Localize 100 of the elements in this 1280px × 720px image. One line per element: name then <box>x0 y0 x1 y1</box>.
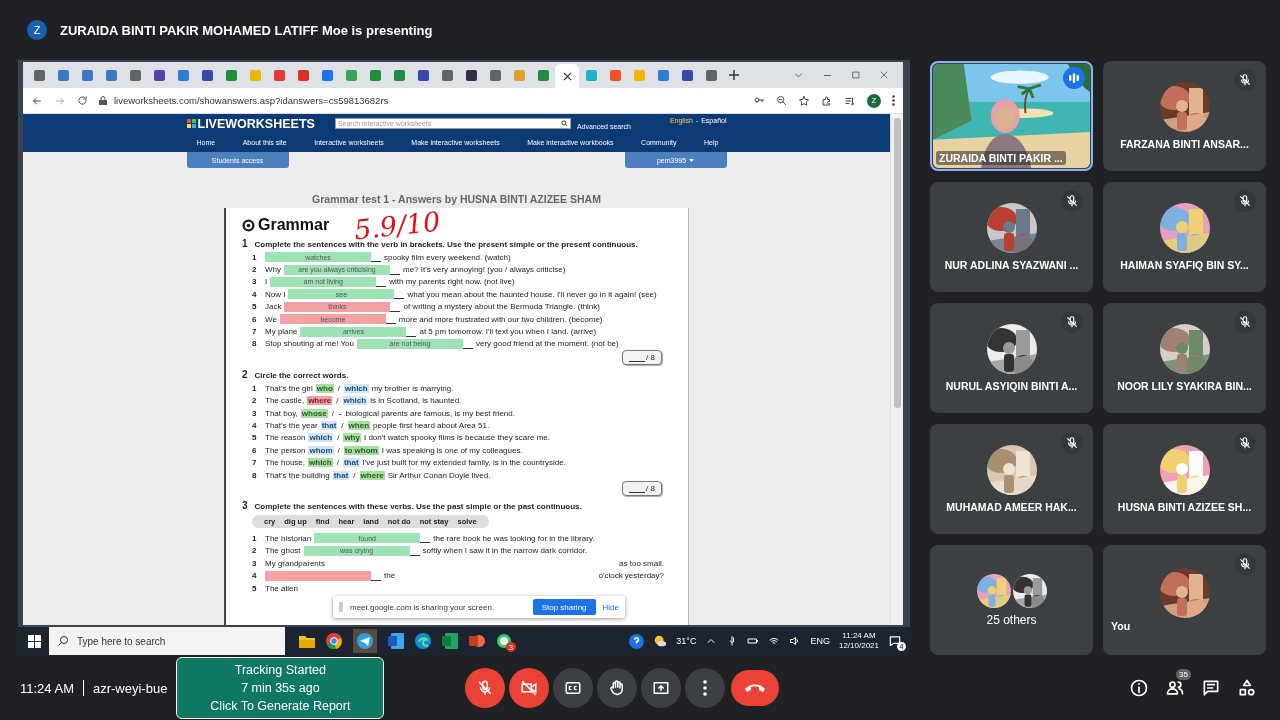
close-icon[interactable] <box>879 70 889 80</box>
document-app-icon[interactable] <box>388 633 404 649</box>
puzzle-icon[interactable] <box>821 94 833 107</box>
sentence-text: Stop shouting at me! You <box>265 339 354 349</box>
browser-tab[interactable] <box>555 64 579 88</box>
section-number: 1 <box>242 238 248 249</box>
item-number: 5 <box>252 583 258 593</box>
sun-cloud-icon[interactable] <box>653 634 668 648</box>
meeting-code: azr-weyi-bue <box>92 680 168 696</box>
sentence-text: I've just built for my extended family, is in the countryside. <box>362 458 566 468</box>
shapes-icon <box>1237 678 1257 698</box>
answer-option[interactable]: to whom <box>343 445 379 455</box>
answer-option[interactable]: where <box>359 470 385 480</box>
battery-icon <box>747 635 760 647</box>
end-call-button[interactable] <box>731 670 780 706</box>
answer-option[interactable]: whose <box>300 408 328 418</box>
wave-app-icon[interactable] <box>415 633 431 649</box>
site-icon <box>585 69 597 81</box>
site-icon <box>441 69 453 81</box>
item-number: 8 <box>252 470 258 480</box>
answer-option[interactable]: when <box>347 421 371 430</box>
captions-button[interactable] <box>553 668 594 708</box>
taskbar-clock[interactable]: 11:24 AM 12/10/2021 <box>838 631 879 651</box>
site-icon <box>489 69 501 81</box>
weather-text[interactable]: 31°C <box>676 636 697 646</box>
paper-plane-icon[interactable] <box>357 633 373 649</box>
section-number: 3 <box>242 500 248 512</box>
stop-sharing-button[interactable]: Stop sharing <box>532 599 596 615</box>
sentence-text: with my parents right now. (not live) <box>389 277 515 287</box>
item-number: 5 <box>252 433 258 443</box>
site-icon <box>33 69 45 81</box>
sentence-text: That's the girl <box>265 383 313 393</box>
answer-option[interactable]: that <box>332 470 350 480</box>
chat-icon <box>1201 678 1221 698</box>
maximize-icon[interactable] <box>851 70 861 80</box>
sentence-text: My grandparents <box>265 558 326 568</box>
answer-option[interactable]: which <box>308 458 333 468</box>
answer-option[interactable]: where <box>307 396 333 406</box>
profile-avatar[interactable]: Z <box>867 93 881 108</box>
sentence-text: more and more frustrated with our two children. (become) <box>398 314 603 324</box>
tracking-report-button[interactable]: Tracking Started 7 min 35s ago Click To Generate Report <box>176 657 385 719</box>
back-arrow-icon[interactable] <box>31 94 43 107</box>
answer-option[interactable]: which <box>342 396 368 406</box>
site-icon <box>129 69 141 81</box>
windows-logo-icon[interactable] <box>28 634 41 648</box>
hide-link[interactable]: Hide <box>602 602 619 612</box>
item-number: 6 <box>252 314 258 324</box>
raise-hand-button[interactable] <box>597 668 638 708</box>
site-icon <box>537 69 549 81</box>
grip-icon[interactable] <box>339 602 343 612</box>
zoom-icon[interactable] <box>776 95 787 106</box>
chat-bubble-icon[interactable] <box>496 633 512 649</box>
score-label: / 8 <box>622 481 662 497</box>
site-icon <box>321 69 333 81</box>
folder-icon[interactable] <box>299 634 315 648</box>
more-vertical-icon[interactable] <box>892 95 895 106</box>
participant-name: HAIMAN SYAFIQ BIN SY... <box>1120 259 1249 271</box>
answer-option[interactable]: - <box>337 408 343 418</box>
sentence-text: The ghost <box>265 546 301 556</box>
taskbar-search-field[interactable]: Type here to search <box>49 627 285 655</box>
sentence-text: We <box>265 314 277 324</box>
answer-option[interactable]: which <box>308 433 334 443</box>
answer-option[interactable]: that <box>320 421 338 430</box>
presenting-banner-text: ZURAIDA BINTI PAKIR MOHAMED LATIFF Moe is presenting <box>60 22 433 38</box>
microphone-button[interactable] <box>465 668 506 708</box>
scrollbar[interactable] <box>890 114 903 625</box>
help-icon[interactable] <box>629 633 645 649</box>
sentence-text: is in Scotland, is haunted. <box>370 396 462 406</box>
slash-text: / <box>341 421 344 430</box>
more-options-button[interactable] <box>685 668 726 708</box>
spreadsheet-app-icon[interactable] <box>442 633 458 649</box>
answer-option[interactable]: which <box>344 383 369 393</box>
browser-app-icon[interactable] <box>326 633 342 649</box>
star-icon[interactable] <box>798 94 810 107</box>
sentence-text: The person <box>265 445 306 455</box>
sentence-text: That's the year <box>265 421 318 430</box>
camera-button[interactable] <box>509 668 550 708</box>
site-icon <box>657 69 669 81</box>
answer-option[interactable]: who <box>315 383 334 393</box>
url-text[interactable]: liveworksheets.com/showanswers.asp?idanswers=cs59813682rs <box>114 95 742 106</box>
answer-option[interactable]: why <box>343 433 361 443</box>
caret-icon <box>689 158 695 162</box>
reload-icon[interactable] <box>77 95 88 106</box>
site-logo[interactable]: LIVEWORKSHEETS <box>186 116 315 131</box>
answer-option[interactable]: that <box>342 458 360 468</box>
answer-option[interactable]: whom <box>308 445 334 455</box>
site-icon <box>249 69 261 81</box>
item-number: 4 <box>252 289 258 299</box>
answer-field[interactable] <box>265 570 371 581</box>
item-number: 5 <box>252 302 258 312</box>
sentence-text: Now I <box>265 289 286 299</box>
language-indicator[interactable]: ENG <box>810 636 830 646</box>
present-button[interactable] <box>641 668 682 708</box>
phone-hangup-icon <box>744 682 767 694</box>
share-notice-text: meet.google.com is sharing your screen. <box>350 602 495 612</box>
item-number: 3 <box>252 408 258 418</box>
media-list-icon[interactable] <box>844 94 856 107</box>
slides-app-icon[interactable] <box>469 633 485 649</box>
speaking-icon <box>1063 67 1085 89</box>
site-icon <box>681 69 693 81</box>
